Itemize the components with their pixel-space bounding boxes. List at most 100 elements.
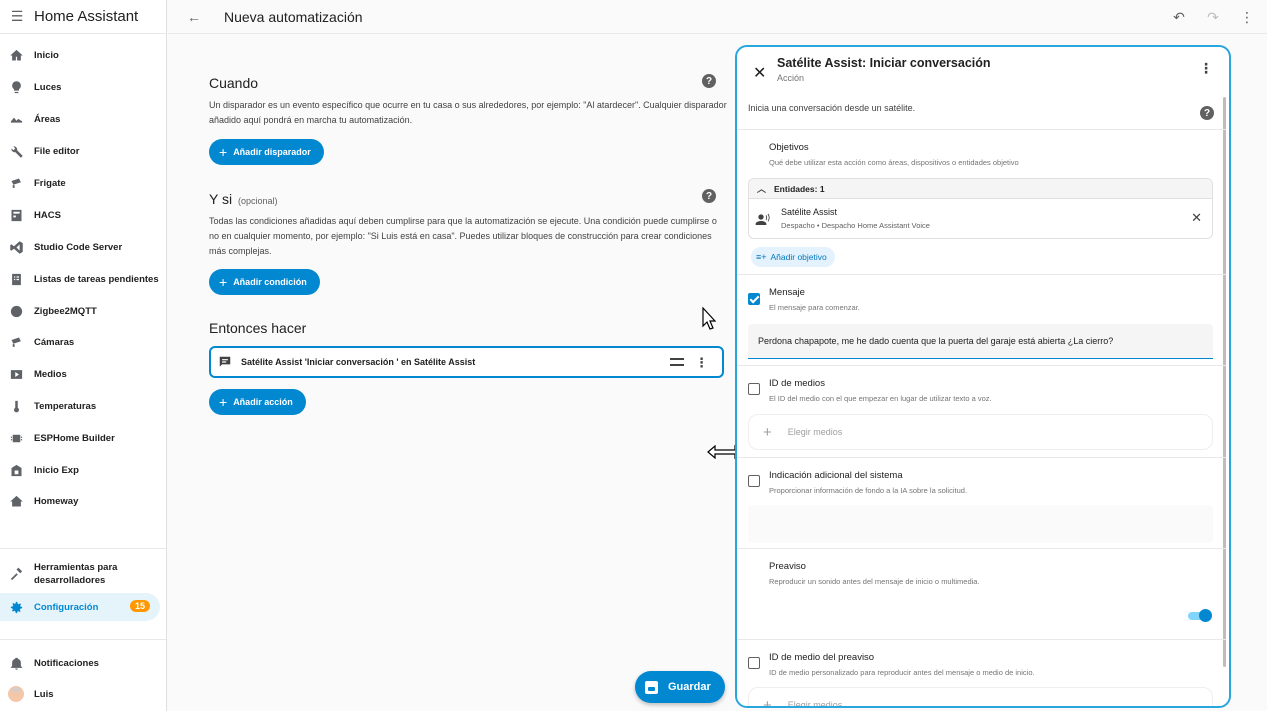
sidebar-item-label: Inicio Exp <box>34 464 79 476</box>
redo-icon[interactable]: ↷ <box>1205 9 1221 25</box>
message-description: El mensaje para comenzar. <box>769 303 860 312</box>
overflow-menu-icon[interactable]: ⋮ <box>1239 9 1255 25</box>
clipboard-list-icon <box>8 271 24 287</box>
section-description: Todas las condiciones añadidas aquí debe… <box>209 216 717 256</box>
back-arrow-icon[interactable]: ← <box>186 9 202 25</box>
action-detail-panel: ✕ Satélite Assist: Iniciar conversación … <box>735 45 1231 708</box>
system-prompt-input[interactable] <box>748 505 1213 543</box>
panel-scrollbar[interactable] <box>1223 97 1226 667</box>
playlist-plus-icon: ≡+ <box>756 252 767 262</box>
sidebar-item-label: Frigate <box>34 177 66 189</box>
preannounce-media-checkbox[interactable] <box>748 657 760 669</box>
sidebar-item-camaras[interactable]: Cámaras <box>0 328 166 356</box>
hacs-icon <box>8 207 24 223</box>
undo-icon[interactable]: ↶ <box>1171 9 1187 25</box>
sidebar-item-hacs[interactable]: HACS <box>0 201 166 229</box>
sidebar-item-user[interactable]: Luis <box>0 680 166 708</box>
message-checkbox[interactable] <box>748 293 760 305</box>
panel-header: ✕ Satélite Assist: Iniciar conversación … <box>737 47 1229 97</box>
lightbulb-icon <box>8 79 24 95</box>
add-trigger-button[interactable]: + Añadir disparador <box>209 139 324 165</box>
sidebar-item-dev-tools[interactable]: Herramientas para desarrolladores <box>0 559 166 589</box>
entities-header-label: Entidades: 1 <box>774 183 825 194</box>
camera-icon <box>8 334 24 350</box>
sidebar-item-medios[interactable]: Medios <box>0 360 166 388</box>
sidebar-item-configuracion[interactable]: Configuración 15 <box>0 593 160 621</box>
chip-icon <box>8 430 24 446</box>
cog-icon <box>8 599 24 615</box>
action-row[interactable]: Satélite Assist 'Iniciar conversación ' … <box>209 346 724 378</box>
sidebar-item-label: Luces <box>34 81 62 93</box>
mouse-pointer-icon <box>702 307 716 330</box>
help-icon[interactable]: ? <box>1200 106 1214 120</box>
sidebar-item-label: Listas de tareas pendientes <box>34 273 159 285</box>
panel-title: Satélite Assist: Iniciar conversación <box>777 56 991 70</box>
cctv-icon <box>8 175 24 191</box>
sidebar-item-homeway[interactable]: Homeway <box>0 487 166 515</box>
add-target-button[interactable]: ≡+ Añadir objetivo <box>751 247 835 267</box>
section-title-text: Y si <box>209 191 233 207</box>
sidebar-item-esphome[interactable]: ESPHome Builder <box>0 424 166 452</box>
section-title-entonces: Entonces hacer <box>209 320 307 336</box>
toggle-thumb <box>1199 609 1212 622</box>
message-input[interactable]: Perdona chapapote, me he dado cuenta que… <box>748 324 1213 359</box>
panel-menu-icon[interactable]: ⋮ <box>1199 60 1213 77</box>
system-prompt-checkbox[interactable] <box>748 475 760 487</box>
media-id-label: ID de medios <box>769 378 825 389</box>
preannounce-toggle[interactable] <box>1188 609 1212 622</box>
divider <box>737 639 1226 640</box>
entities-group: ︿ Entidades: 1 Satélite Assist Despacho … <box>748 178 1213 239</box>
save-button[interactable]: Guardar <box>635 671 725 703</box>
action-menu-icon[interactable]: ⋮ <box>695 355 708 371</box>
entity-row[interactable]: Satélite Assist Despacho • Despacho Home… <box>749 199 1212 239</box>
user-avatar <box>8 686 24 702</box>
sidebar-item-label: Luis <box>34 688 54 700</box>
plus-icon: + <box>219 394 228 410</box>
sidebar-item-file-editor[interactable]: File editor <box>0 137 166 165</box>
sidebar-item-areas[interactable]: Áreas <box>0 105 166 133</box>
divider <box>737 129 1226 130</box>
sidebar-item-zigbee2mqtt[interactable]: Zigbee2MQTT <box>0 297 166 325</box>
close-icon[interactable]: ✕ <box>753 63 766 83</box>
menu-collapse-icon[interactable]: ☰ <box>8 8 26 26</box>
targets-label: Objetivos <box>769 142 809 153</box>
add-action-button[interactable]: + Añadir acción <box>209 389 306 415</box>
sidebar-item-tareas[interactable]: Listas de tareas pendientes <box>0 265 166 293</box>
sidebar-header: ☰ Home Assistant <box>0 0 166 34</box>
system-prompt-label: Indicación adicional del sistema <box>769 470 903 481</box>
page-title: Nueva automatización <box>224 8 363 25</box>
sidebar-item-inicio-exp[interactable]: Inicio Exp <box>0 456 166 484</box>
remove-entity-icon[interactable]: ✕ <box>1191 210 1202 226</box>
sidebar-divider <box>0 639 166 640</box>
section-description: Un disparador es un evento específico qu… <box>209 100 727 125</box>
sidebar-divider <box>0 548 166 549</box>
save-icon <box>645 680 658 694</box>
panel-description: Inicia una conversación desde un satélit… <box>748 103 916 113</box>
sidebar-item-temperaturas[interactable]: Temperaturas <box>0 392 166 420</box>
media-id-description: El ID del medio con el que empezar en lu… <box>769 394 992 403</box>
drag-handle-icon[interactable] <box>670 358 684 366</box>
help-icon[interactable]: ? <box>702 74 716 88</box>
sidebar-item-label: Cámaras <box>34 336 75 348</box>
divider <box>737 365 1226 366</box>
plus-icon: + <box>763 696 772 708</box>
entities-header[interactable]: ︿ Entidades: 1 <box>749 179 1212 199</box>
button-label: Añadir acción <box>233 397 293 407</box>
sidebar-item-notificaciones[interactable]: Notificaciones <box>0 649 166 677</box>
sidebar-item-frigate[interactable]: Frigate <box>0 169 166 197</box>
sidebar-item-inicio[interactable]: Inicio <box>0 41 166 69</box>
sidebar-item-luces[interactable]: Luces <box>0 73 166 101</box>
add-condition-button[interactable]: + Añadir condición <box>209 269 320 295</box>
action-label: Satélite Assist 'Iniciar conversación ' … <box>241 357 476 367</box>
zigbee-icon <box>8 303 24 319</box>
preannounce-media-description: ID de medio personalizado para reproduci… <box>769 668 1035 677</box>
sidebar-item-label: Medios <box>34 368 67 380</box>
button-label: Añadir condición <box>233 277 307 287</box>
media-picker[interactable]: + Elegir medios <box>748 414 1213 450</box>
sidebar-item-label: Homeway <box>34 495 79 507</box>
sidebar-item-studio-code-server[interactable]: Studio Code Server <box>0 233 166 261</box>
help-icon[interactable]: ? <box>702 189 716 203</box>
media-id-checkbox[interactable] <box>748 383 760 395</box>
preannounce-media-picker[interactable]: + Elegir medios <box>748 687 1213 708</box>
message-icon <box>217 354 233 370</box>
